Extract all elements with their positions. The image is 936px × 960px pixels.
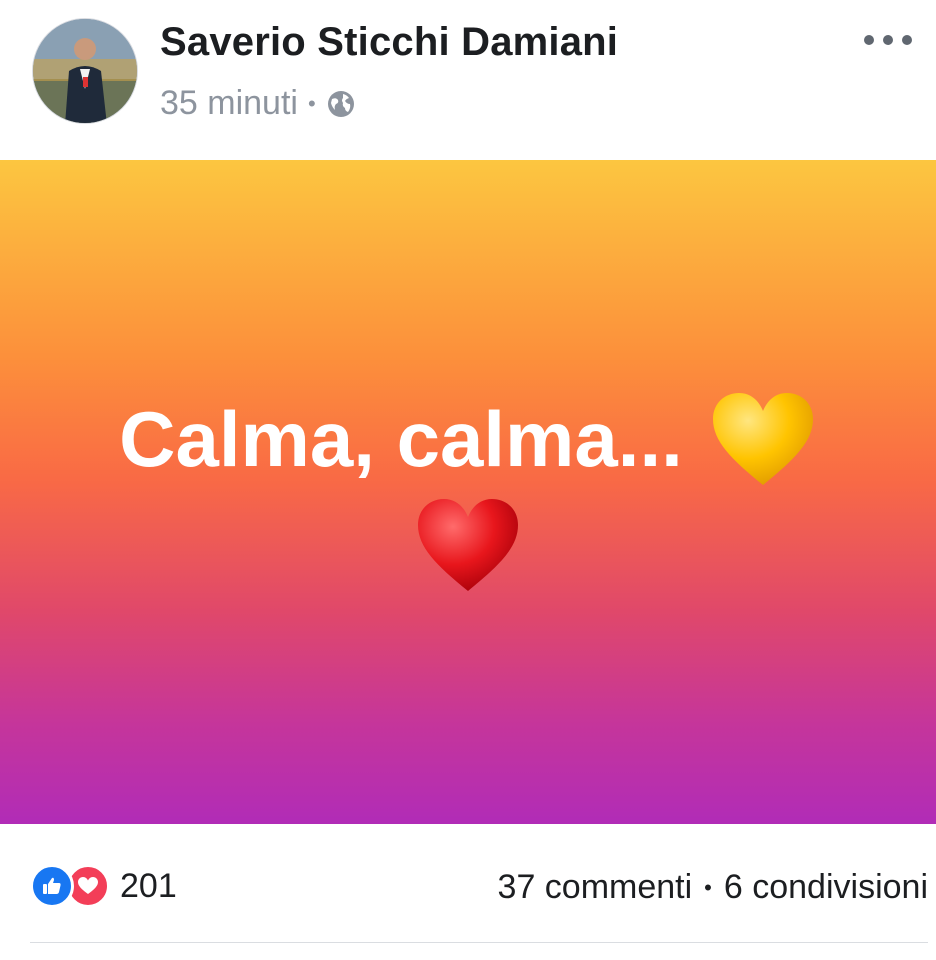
- more-options-button[interactable]: [864, 28, 912, 52]
- reaction-count: 201: [120, 866, 177, 905]
- post-meta: 35 minuti •: [160, 84, 356, 123]
- status-background: Calma, calma...: [0, 160, 936, 824]
- globe-icon[interactable]: [326, 89, 356, 119]
- comments-count-link[interactable]: 37 commenti: [498, 868, 693, 907]
- more-dot: [864, 35, 874, 45]
- red-heart-icon: [418, 499, 518, 591]
- author-name[interactable]: Saverio Sticchi Damiani: [160, 20, 618, 65]
- heart-icon: [78, 877, 98, 894]
- post-footer: 201 37 commenti • 6 condivisioni: [0, 824, 936, 960]
- author-avatar[interactable]: [32, 18, 138, 124]
- shares-count-link[interactable]: 6 condivisioni: [724, 868, 928, 907]
- reactions-summary[interactable]: 201: [30, 864, 177, 908]
- facebook-post: Saverio Sticchi Damiani 35 minuti • Calm…: [0, 0, 936, 960]
- status-text: Calma, calma...: [119, 394, 683, 483]
- engagement-summary: 37 commenti • 6 condivisioni: [498, 868, 928, 907]
- avatar-photo: [33, 19, 137, 123]
- thumbs-up-icon: [43, 877, 61, 894]
- more-dot: [902, 35, 912, 45]
- status-line-1: Calma, calma...: [119, 389, 817, 489]
- status-line-2: [414, 495, 522, 595]
- like-reaction-icon: [30, 864, 74, 908]
- yellow-heart-icon: [712, 393, 813, 485]
- meta-separator: •: [307, 90, 316, 116]
- post-time[interactable]: 35 minuti: [160, 84, 298, 123]
- more-dot: [883, 35, 893, 45]
- footer-divider: [30, 942, 928, 943]
- engagement-separator: •: [704, 874, 712, 900]
- post-header: Saverio Sticchi Damiani 35 minuti •: [0, 0, 936, 160]
